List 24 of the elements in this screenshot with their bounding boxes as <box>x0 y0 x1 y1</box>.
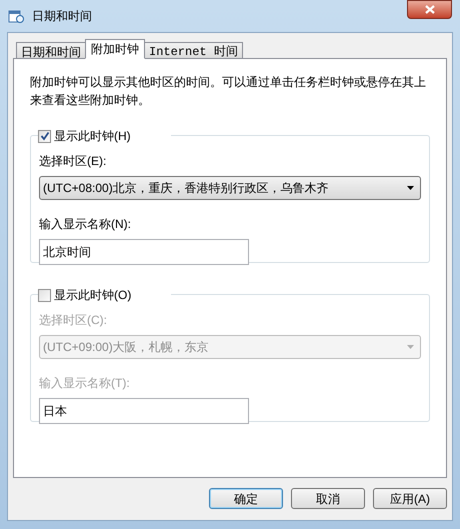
display-name-label: 输入显示名称(N): <box>39 216 132 233</box>
timezone-label: 选择时区(C): <box>39 312 108 329</box>
tab[interactable]: Internet 时间 <box>144 42 243 59</box>
dropdown-arrow-icon <box>407 186 414 190</box>
display-name-field[interactable]: 日本 <box>39 398 249 424</box>
window-title: 日期和时间 <box>32 8 92 25</box>
dialog-button[interactable]: 确定 <box>209 488 283 509</box>
dialog-button[interactable]: 应用(A) <box>373 488 447 509</box>
dialog-button[interactable]: 取消 <box>291 488 365 509</box>
checkbox[interactable] <box>38 130 51 142</box>
timezone-dropdown[interactable]: (UTC+08:00)北京，重庆，香港特别行政区，乌鲁木齐 <box>39 176 421 200</box>
description-text: 附加时钟可以显示其他时区的时间。可以通过单击任务栏时钟或悬停在其上来查看这些附加时钟。 <box>30 74 427 109</box>
dropdown-arrow-icon <box>407 345 414 349</box>
tab[interactable]: 日期和时间 <box>16 42 86 59</box>
checkbox-label: 显示此时钟(O) <box>54 287 132 304</box>
tab[interactable]: 附加时钟 <box>85 39 145 59</box>
close-button[interactable] <box>407 0 452 19</box>
checkbox-label: 显示此时钟(H) <box>54 128 131 145</box>
calendar-clock-icon <box>8 8 24 24</box>
display-name-field[interactable]: 北京时间 <box>39 239 249 265</box>
checkbox[interactable] <box>38 288 51 302</box>
close-icon <box>424 5 434 14</box>
timezone-label: 选择时区(E): <box>39 153 108 170</box>
display-name-label: 输入显示名称(T): <box>39 375 131 392</box>
